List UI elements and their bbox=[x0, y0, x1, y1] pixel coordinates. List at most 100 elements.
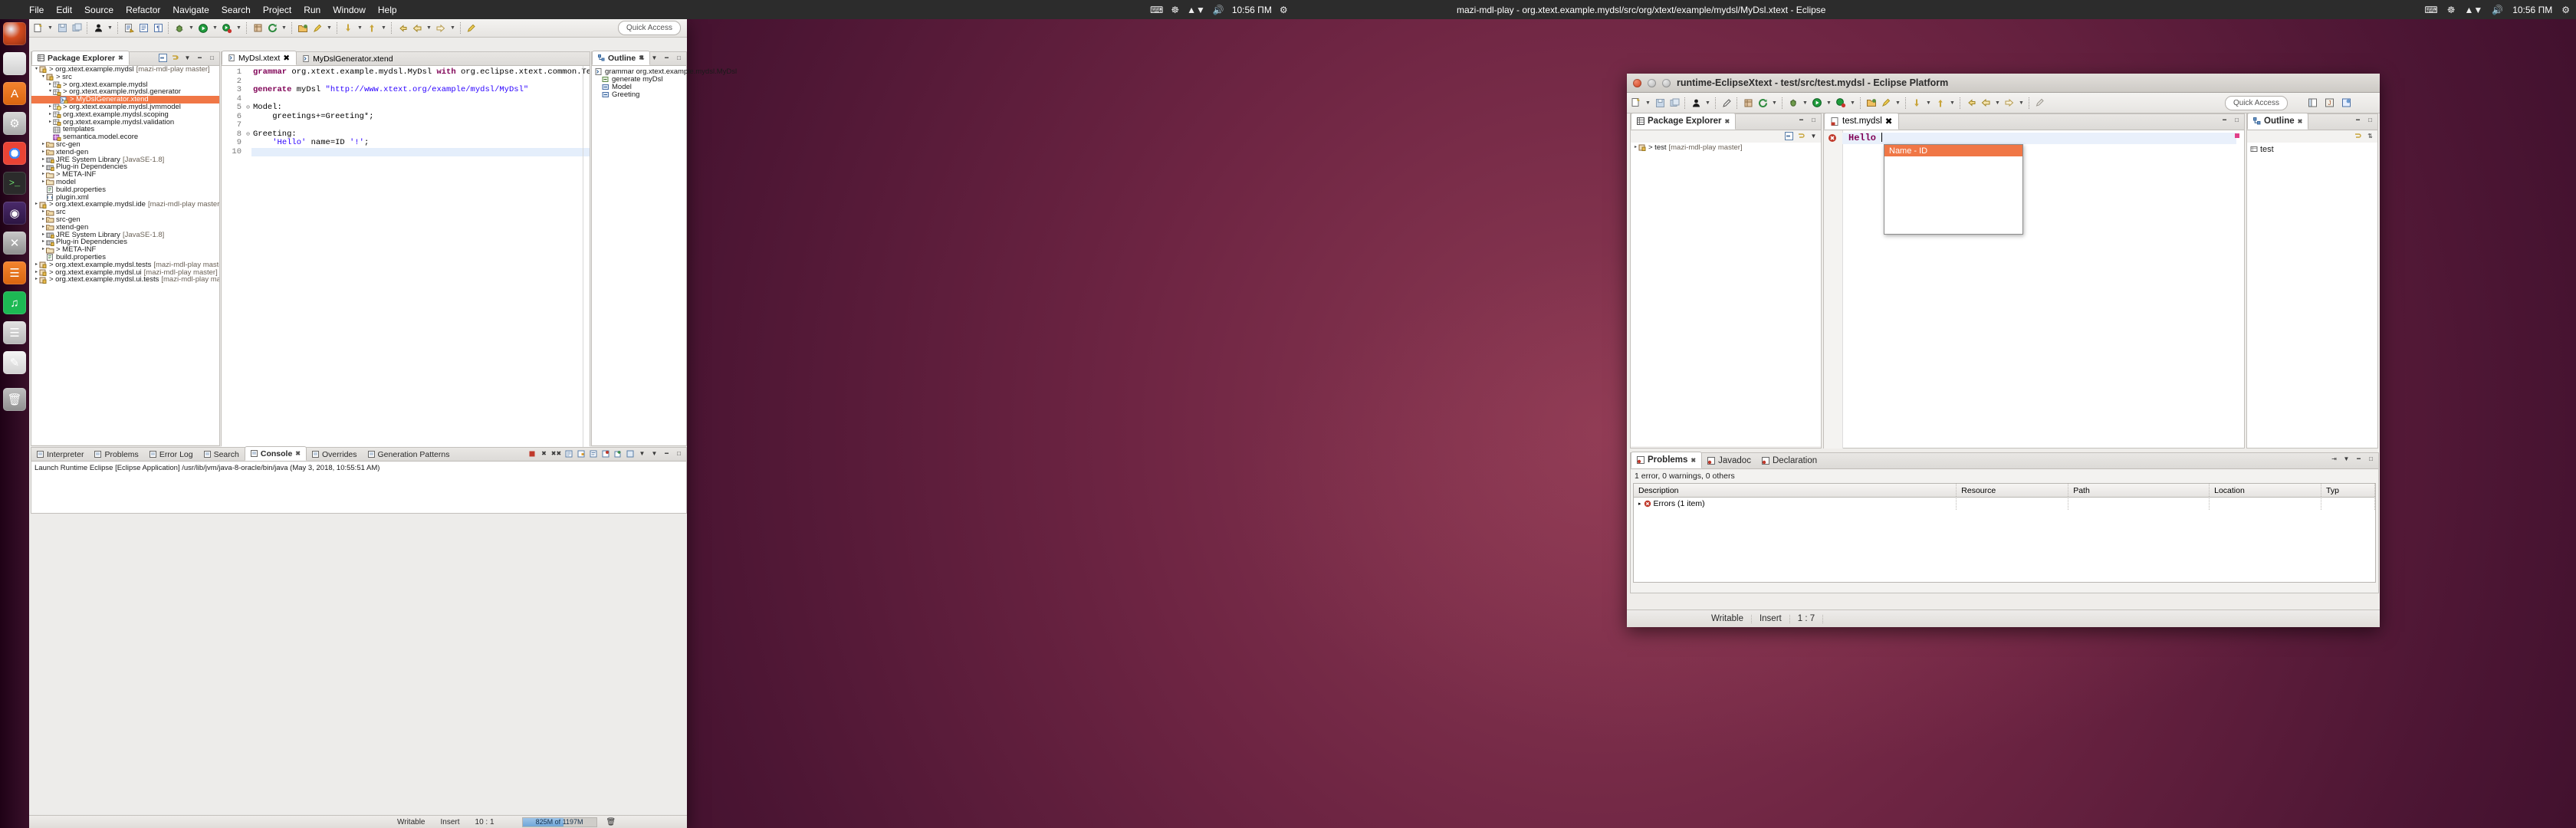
debug-icon[interactable] bbox=[172, 21, 186, 35]
next-annotation-dropdown-icon[interactable]: ▼ bbox=[356, 21, 364, 35]
run-icon[interactable] bbox=[1810, 96, 1824, 110]
twisty-collapsed-icon[interactable]: ▸ bbox=[1638, 501, 1641, 507]
outline-tree[interactable]: grammar org.xtext.example.mydsl.MyDsl gen… bbox=[592, 66, 737, 99]
remove-launch-icon[interactable]: ✖ bbox=[539, 449, 549, 458]
code-line[interactable]: 6 greetings+=Greeting*; bbox=[222, 112, 590, 122]
twisty-collapsed-icon[interactable]: ▸ bbox=[41, 216, 46, 224]
quick-access-field[interactable]: Quick Access bbox=[617, 21, 681, 35]
next-annotation-icon[interactable] bbox=[341, 21, 355, 35]
maximize-icon[interactable]: □ bbox=[2366, 454, 2376, 464]
close-icon[interactable]: ✖ bbox=[118, 54, 123, 61]
runtime-toolbar[interactable]: ▼ ▼ ▼ ▼ ▼ ▼ ▼ ▼ ▼ ▼ ▼ Quick Access J bbox=[1627, 93, 2380, 113]
minimize-icon[interactable]: ━ bbox=[195, 53, 205, 63]
fold-marker[interactable]: ⊖ bbox=[245, 104, 251, 113]
bottom-tab-console[interactable]: Console ✖ bbox=[244, 446, 307, 461]
terminate-icon[interactable] bbox=[527, 449, 537, 458]
twisty-collapsed-icon[interactable]: ▸ bbox=[34, 276, 39, 284]
run-external-tools-icon[interactable] bbox=[1834, 96, 1848, 110]
twisty-collapsed-icon[interactable]: ▸ bbox=[48, 81, 53, 89]
launcher-item-spotify[interactable]: ♫ bbox=[3, 291, 26, 314]
link-with-editor-icon[interactable] bbox=[170, 53, 180, 63]
network-icon[interactable]: ▲▼ bbox=[1187, 5, 1205, 15]
java-perspective-icon[interactable]: J bbox=[2323, 96, 2337, 110]
word-wrap-icon[interactable] bbox=[588, 449, 598, 458]
maximize-icon[interactable]: □ bbox=[674, 449, 684, 458]
highlight-dropdown-icon[interactable]: ▼ bbox=[325, 21, 334, 35]
twisty-collapsed-icon[interactable]: ▸ bbox=[41, 149, 46, 156]
view-menu-icon[interactable]: ▼ bbox=[2341, 454, 2351, 464]
close-icon[interactable]: ✖ bbox=[1725, 118, 1730, 125]
outline-item[interactable]: Greeting bbox=[592, 90, 686, 99]
bottom-tab-problems[interactable]: Problems bbox=[89, 448, 143, 461]
minimize-icon[interactable]: ━ bbox=[2354, 454, 2364, 464]
editor-tab-mydslgenerator-xtend[interactable]: MyDslGenerator.xtend bbox=[297, 52, 399, 65]
refresh-dropdown-icon[interactable]: ▼ bbox=[280, 21, 288, 35]
debug-dropdown-icon[interactable]: ▼ bbox=[1801, 96, 1809, 110]
person-dropdown-icon[interactable]: ▼ bbox=[106, 21, 114, 35]
maximize-icon[interactable]: □ bbox=[2365, 115, 2375, 125]
highlight-icon[interactable] bbox=[310, 21, 324, 35]
code-line[interactable]: 10 bbox=[222, 147, 590, 156]
minimize-icon[interactable]: ━ bbox=[1796, 115, 1806, 125]
forward-dropdown-icon[interactable]: ▼ bbox=[2017, 96, 2026, 110]
fold-marker[interactable]: ⊖ bbox=[245, 130, 251, 140]
problems-tab-declaration[interactable]: Declaration bbox=[1756, 453, 1822, 468]
tree-item[interactable]: ▸ > org.xtext.example.mydsl.ui.tests [mazi… bbox=[31, 276, 219, 284]
console-dropdown-icon[interactable]: ▼ bbox=[637, 449, 647, 458]
runtime-problems-tabbar[interactable]: Problems ✖ Javadoc Declaration ⇥ ▼ ━ □ bbox=[1631, 452, 2378, 469]
plugin-perspective-icon[interactable] bbox=[2340, 96, 2354, 110]
prev-annotation-dropdown-icon[interactable]: ▼ bbox=[1948, 96, 1957, 110]
launcher-item-bars[interactable]: ☰ bbox=[3, 321, 26, 344]
twisty-collapsed-icon[interactable]: ▸ bbox=[41, 209, 46, 216]
network-icon-right[interactable]: ▲▼ bbox=[2464, 5, 2482, 15]
refresh-dropdown-icon[interactable]: ▼ bbox=[1770, 96, 1779, 110]
close-icon[interactable]: ✖ bbox=[283, 54, 290, 63]
close-button[interactable] bbox=[1633, 78, 1641, 87]
close-icon[interactable]: ✖ bbox=[1885, 116, 1893, 127]
minimize-icon[interactable]: ━ bbox=[662, 449, 672, 458]
outline-toolbar[interactable]: ⇅ ▼ ━ □ bbox=[637, 53, 684, 63]
pen-icon[interactable] bbox=[1720, 96, 1733, 110]
bluetooth-icon[interactable]: ☸ bbox=[1171, 5, 1179, 15]
runtime-outline-actions[interactable]: ⇅ bbox=[2353, 131, 2375, 141]
tree-item[interactable]: ▸ > test [mazi-mdl-play master] bbox=[1631, 143, 1821, 153]
menu-bar[interactable]: File Edit Source Refactor Navigate Search Proj… bbox=[29, 0, 397, 19]
twisty-expanded-icon[interactable]: ▾ bbox=[41, 74, 46, 81]
problems-tab-problems[interactable]: Problems ✖ bbox=[1631, 452, 1703, 468]
forward-dropdown-icon[interactable]: ▼ bbox=[449, 21, 457, 35]
tab-runtime-package-explorer[interactable]: Package Explorer ✖ bbox=[1631, 113, 1737, 130]
menu-item-file[interactable]: File bbox=[29, 5, 44, 15]
outline-toggle-icon[interactable] bbox=[136, 21, 150, 35]
highlight-icon[interactable] bbox=[1879, 96, 1893, 110]
volume-icon[interactable]: 🔊 bbox=[1213, 5, 1224, 15]
problems-row[interactable]: ▸ Errors (1 item) bbox=[1634, 497, 2375, 510]
editor-code-area[interactable]: 1 grammar org.xtext.example.mydsl.MyDsl w… bbox=[222, 66, 590, 447]
person-icon[interactable] bbox=[91, 21, 105, 35]
bluetooth-icon-right[interactable]: ☸ bbox=[2447, 5, 2456, 15]
last-edit-location-icon[interactable] bbox=[396, 21, 409, 35]
package-explorer-tree[interactable]: ▾ > org.xtext.example.mydsl [mazi-mdl-play… bbox=[31, 66, 219, 445]
clear-console-icon[interactable] bbox=[564, 449, 573, 458]
keyboard-icon-right[interactable]: ⌨ bbox=[2424, 5, 2437, 15]
content-assist-list[interactable]: Name - ID bbox=[1884, 145, 2022, 156]
minimize-button[interactable] bbox=[1648, 78, 1656, 87]
menu-item-help[interactable]: Help bbox=[378, 5, 397, 15]
trash-icon[interactable]: 🗑 bbox=[606, 818, 616, 826]
twisty-collapsed-icon[interactable]: ▸ bbox=[41, 246, 46, 254]
launcher-item-chrome[interactable] bbox=[3, 142, 26, 165]
code-line[interactable]: 1 grammar org.xtext.example.mydsl.MyDsl w… bbox=[222, 67, 590, 77]
link-with-editor-icon[interactable] bbox=[2353, 131, 2363, 141]
launcher-item-trash[interactable]: 🗑 bbox=[3, 388, 26, 411]
save-all-icon[interactable] bbox=[70, 21, 84, 35]
error-marker-icon[interactable] bbox=[1828, 133, 1842, 145]
minimize-icon[interactable]: ━ bbox=[662, 53, 672, 63]
bottom-tab-error-log[interactable]: Error Log bbox=[144, 448, 199, 461]
pin-console-icon[interactable] bbox=[600, 449, 610, 458]
close-icon[interactable]: ✖ bbox=[2298, 118, 2303, 125]
open-resource-icon[interactable] bbox=[296, 21, 310, 35]
launcher-item-ubuntu-dash[interactable] bbox=[3, 22, 26, 45]
bottom-tab-search[interactable]: Search bbox=[199, 448, 245, 461]
menu-item-window[interactable]: Window bbox=[333, 5, 366, 15]
pencil-icon[interactable] bbox=[465, 21, 478, 35]
scroll-lock-icon[interactable] bbox=[576, 449, 586, 458]
